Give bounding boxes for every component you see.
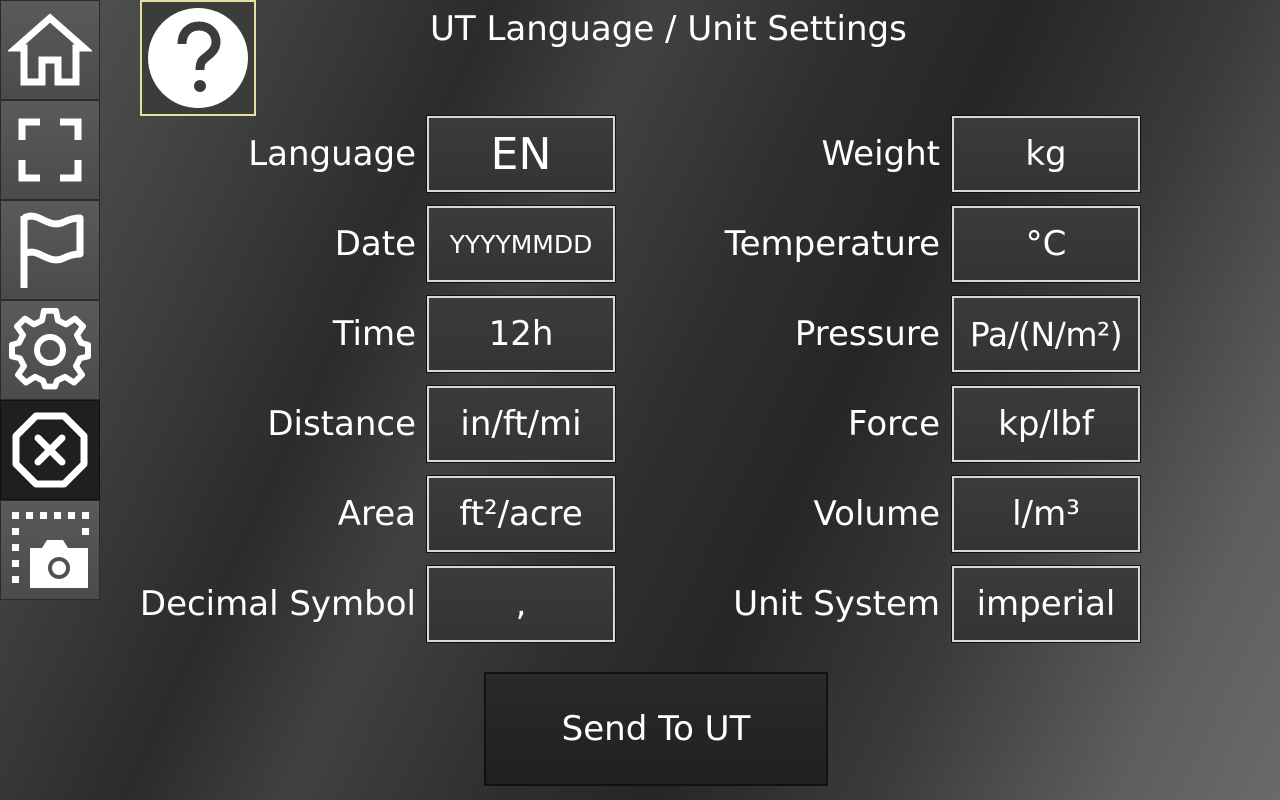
volume-label: Volume [813,494,940,534]
volume-unit-select[interactable]: l/m³ [951,475,1141,553]
fullscreen-icon [18,118,82,182]
language-label: Language [248,134,416,174]
time-format-select[interactable]: 12h [426,295,616,373]
help-button[interactable] [140,0,256,116]
flag-icon [20,212,84,288]
decimal-symbol-label: Decimal Symbol [139,584,416,624]
force-label: Force [848,404,940,444]
unit-system-select[interactable]: imperial [951,565,1141,643]
page-title: UT Language / Unit Settings [430,9,907,49]
pressure-label: Pressure [794,314,940,354]
home-icon [8,13,92,86]
temperature-unit-select[interactable]: °C [951,205,1141,283]
settings-button[interactable] [0,300,100,400]
force-unit-select[interactable]: kp/lbf [951,385,1141,463]
home-button[interactable] [0,0,100,100]
time-label: Time [332,314,416,354]
help-icon [148,8,248,108]
temperature-label: Temperature [724,224,940,264]
send-to-ut-button[interactable]: Send To UT [484,672,828,786]
decimal-symbol-select[interactable]: , [426,565,616,643]
screenshot-button[interactable] [0,500,100,600]
language-select[interactable]: EN [426,115,616,193]
distance-label: Distance [267,404,416,444]
flag-button[interactable] [0,200,100,300]
pressure-unit-select[interactable]: Pa/(N/m²) [951,295,1141,373]
fullscreen-button[interactable] [0,100,100,200]
weight-unit-select[interactable]: kg [951,115,1141,193]
weight-label: Weight [821,134,940,174]
date-label: Date [334,224,416,264]
sidebar [0,0,100,600]
close-octagon-icon [12,412,88,488]
distance-unit-select[interactable]: in/ft/mi [426,385,616,463]
screenshot-camera-icon [12,512,89,588]
close-button[interactable] [0,400,100,500]
date-format-select[interactable]: YYYYMMDD [426,205,616,283]
area-label: Area [337,494,416,534]
gear-icon [9,308,91,390]
unit-system-label: Unit System [733,584,940,624]
area-unit-select[interactable]: ft²/acre [426,475,616,553]
